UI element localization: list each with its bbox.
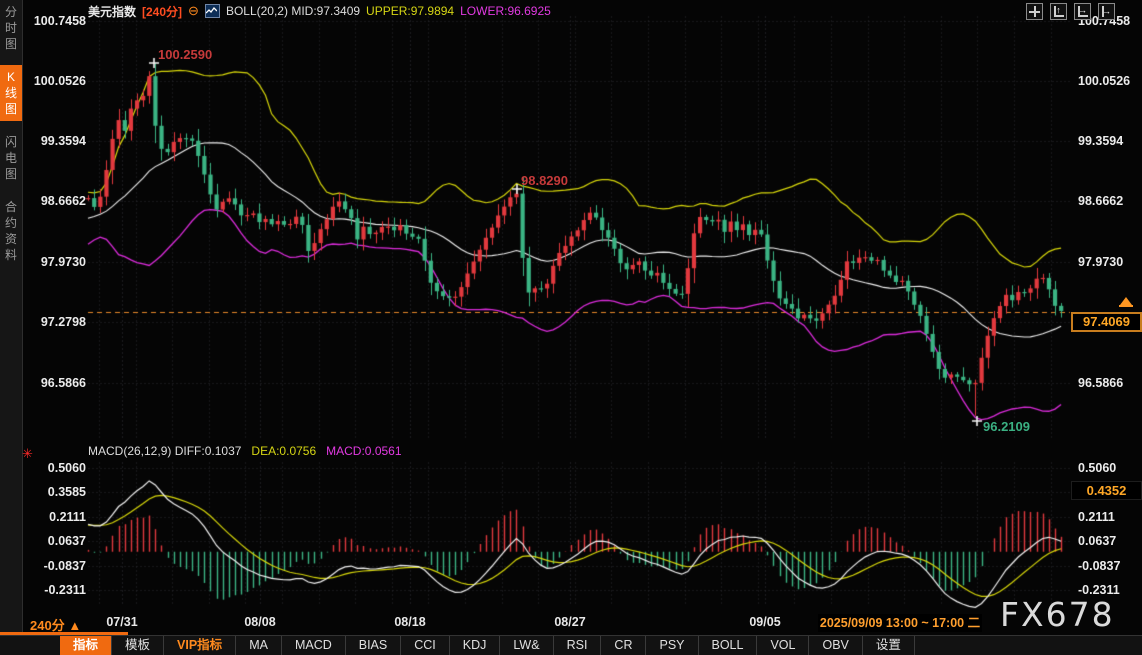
- watermark: FX678: [1000, 595, 1115, 634]
- footer-item-VOL[interactable]: VOL: [757, 636, 809, 655]
- footer-item-MACD[interactable]: MACD: [282, 636, 346, 655]
- footer-item-VIP指标[interactable]: VIP指标: [164, 636, 236, 655]
- price-label-left: 100.0526: [24, 73, 86, 89]
- x-tick-08/08: 08/08: [244, 615, 275, 629]
- macd-label-left: -0.0837: [24, 558, 86, 574]
- period-label: [240分]: [142, 3, 182, 20]
- x-tick-07/31: 07/31: [106, 615, 137, 629]
- boll-lower-value: LOWER:96.6925: [460, 4, 551, 18]
- footer-item-PSY[interactable]: PSY: [646, 636, 698, 655]
- macd-label-right: 0.5060: [1078, 460, 1138, 476]
- footer-item-设置[interactable]: 设置: [863, 636, 915, 655]
- footer-item-CCI[interactable]: CCI: [401, 636, 450, 655]
- footer-item-KDJ[interactable]: KDJ: [450, 636, 501, 655]
- indicator-toolbar: 指标模板VIP指标MAMACDBIASCCIKDJLW&RSICRPSYBOLL…: [0, 635, 1142, 655]
- price-label-right: 97.9730: [1078, 254, 1138, 270]
- pan-icon[interactable]: [1026, 3, 1043, 20]
- indicator-alert-icon[interactable]: ✳: [22, 446, 33, 462]
- macd-label-right: 0.0637: [1078, 533, 1138, 549]
- price-label-left: 97.2798: [24, 314, 86, 330]
- crosshair-time-label: 2025/09/09 13:00 ~ 17:00 二: [818, 614, 982, 632]
- sidebar-tab-flash-chart[interactable]: 闪电图: [0, 130, 22, 186]
- footer-item-BIAS[interactable]: BIAS: [346, 636, 402, 655]
- chart-type-sidebar: 分时图 K线图闪电图合约资料: [0, 0, 23, 632]
- price-label-right: 100.0526: [1078, 73, 1138, 89]
- macd-header: MACD(26,12,9) DIFF:0.1037 DEA:0.0756 MAC…: [88, 444, 402, 460]
- boll-indicator-label: BOLL(20,2) MID:97.3409: [226, 4, 360, 18]
- axis-zoom-horizontal-icon[interactable]: →: [1074, 3, 1091, 20]
- x-tick-09/05: 09/05: [749, 615, 780, 629]
- macd-label-right: -0.0837: [1078, 558, 1138, 574]
- axis-zoom-vertical-icon[interactable]: ↑: [1050, 3, 1067, 20]
- price-label-left: 96.5866: [24, 375, 86, 391]
- footer-item-模板[interactable]: 模板: [112, 636, 164, 655]
- sidebar-tab-kline[interactable]: K线图: [0, 65, 22, 121]
- time-axis-row: 240分 ▲ 2025/09/09 13:00 ~ 17:00 二 07/310…: [0, 613, 1142, 635]
- chart-tools: ↑ → →: [1026, 3, 1115, 20]
- x-tick-08/27: 08/27: [554, 615, 585, 629]
- macd-label-left: 0.3585: [24, 484, 86, 500]
- boll-upper-value: UPPER:97.9894: [366, 4, 454, 18]
- macd-scale-highlight: 0.4352: [1071, 481, 1142, 500]
- macd-label-right: 0.2111: [1078, 509, 1138, 525]
- annotation-100.2590: 100.2590: [158, 47, 212, 62]
- price-label-left: 99.3594: [24, 133, 86, 149]
- macd-macd-value: MACD:0.0561: [326, 444, 401, 460]
- macd-dea-value: DEA:0.0756: [251, 444, 316, 460]
- footer-item-指标[interactable]: 指标: [60, 636, 112, 655]
- scroll-right-icon[interactable]: →: [1098, 3, 1115, 20]
- collapse-icon[interactable]: ⊖: [188, 3, 199, 19]
- x-tick-08/18: 08/18: [394, 615, 425, 629]
- macd-label-left: 0.0637: [24, 533, 86, 549]
- symbol-name: 美元指数: [88, 3, 136, 20]
- price-label-right: 99.3594: [1078, 133, 1138, 149]
- price-label-left: 97.9730: [24, 254, 86, 270]
- macd-name-diff: MACD(26,12,9) DIFF:0.1037: [88, 444, 241, 460]
- price-label-left: 98.6662: [24, 193, 86, 209]
- footer-item-CR[interactable]: CR: [601, 636, 646, 655]
- footer-item-LW&[interactable]: LW&: [500, 636, 553, 655]
- macd-label-left: -0.2311: [24, 582, 86, 598]
- footer-item-MA[interactable]: MA: [236, 636, 282, 655]
- toolbar-spacer: [0, 636, 60, 655]
- macd-label-left: 0.5060: [24, 460, 86, 476]
- trading-terminal-window: { "header": { "symbol": "美元指数", "period"…: [0, 0, 1142, 655]
- sidebar-tab-contract-info[interactable]: 合约资料: [0, 195, 22, 267]
- current-price-box: 97.4069: [1071, 312, 1142, 332]
- price-label-right: 96.5866: [1078, 375, 1138, 391]
- annotation-98.8290: 98.8290: [521, 173, 568, 188]
- footer-item-OBV[interactable]: OBV: [809, 636, 862, 655]
- annotation-96.2109: 96.2109: [983, 419, 1030, 434]
- sidebar-tab-timeline[interactable]: 分时图: [0, 0, 22, 56]
- price-alert-marker-icon[interactable]: [1120, 297, 1132, 305]
- price-label-left: 100.7458: [24, 13, 86, 29]
- title-bar: 美元指数 [240分] ⊖ BOLL(20,2) MID:97.3409 UPP…: [88, 3, 551, 19]
- footer-item-BOLL[interactable]: BOLL: [699, 636, 758, 655]
- indicator-chart-icon: [205, 4, 220, 18]
- chart-canvas[interactable]: [0, 0, 1142, 655]
- price-label-right: 98.6662: [1078, 193, 1138, 209]
- footer-item-RSI[interactable]: RSI: [554, 636, 602, 655]
- macd-label-left: 0.2111: [24, 509, 86, 525]
